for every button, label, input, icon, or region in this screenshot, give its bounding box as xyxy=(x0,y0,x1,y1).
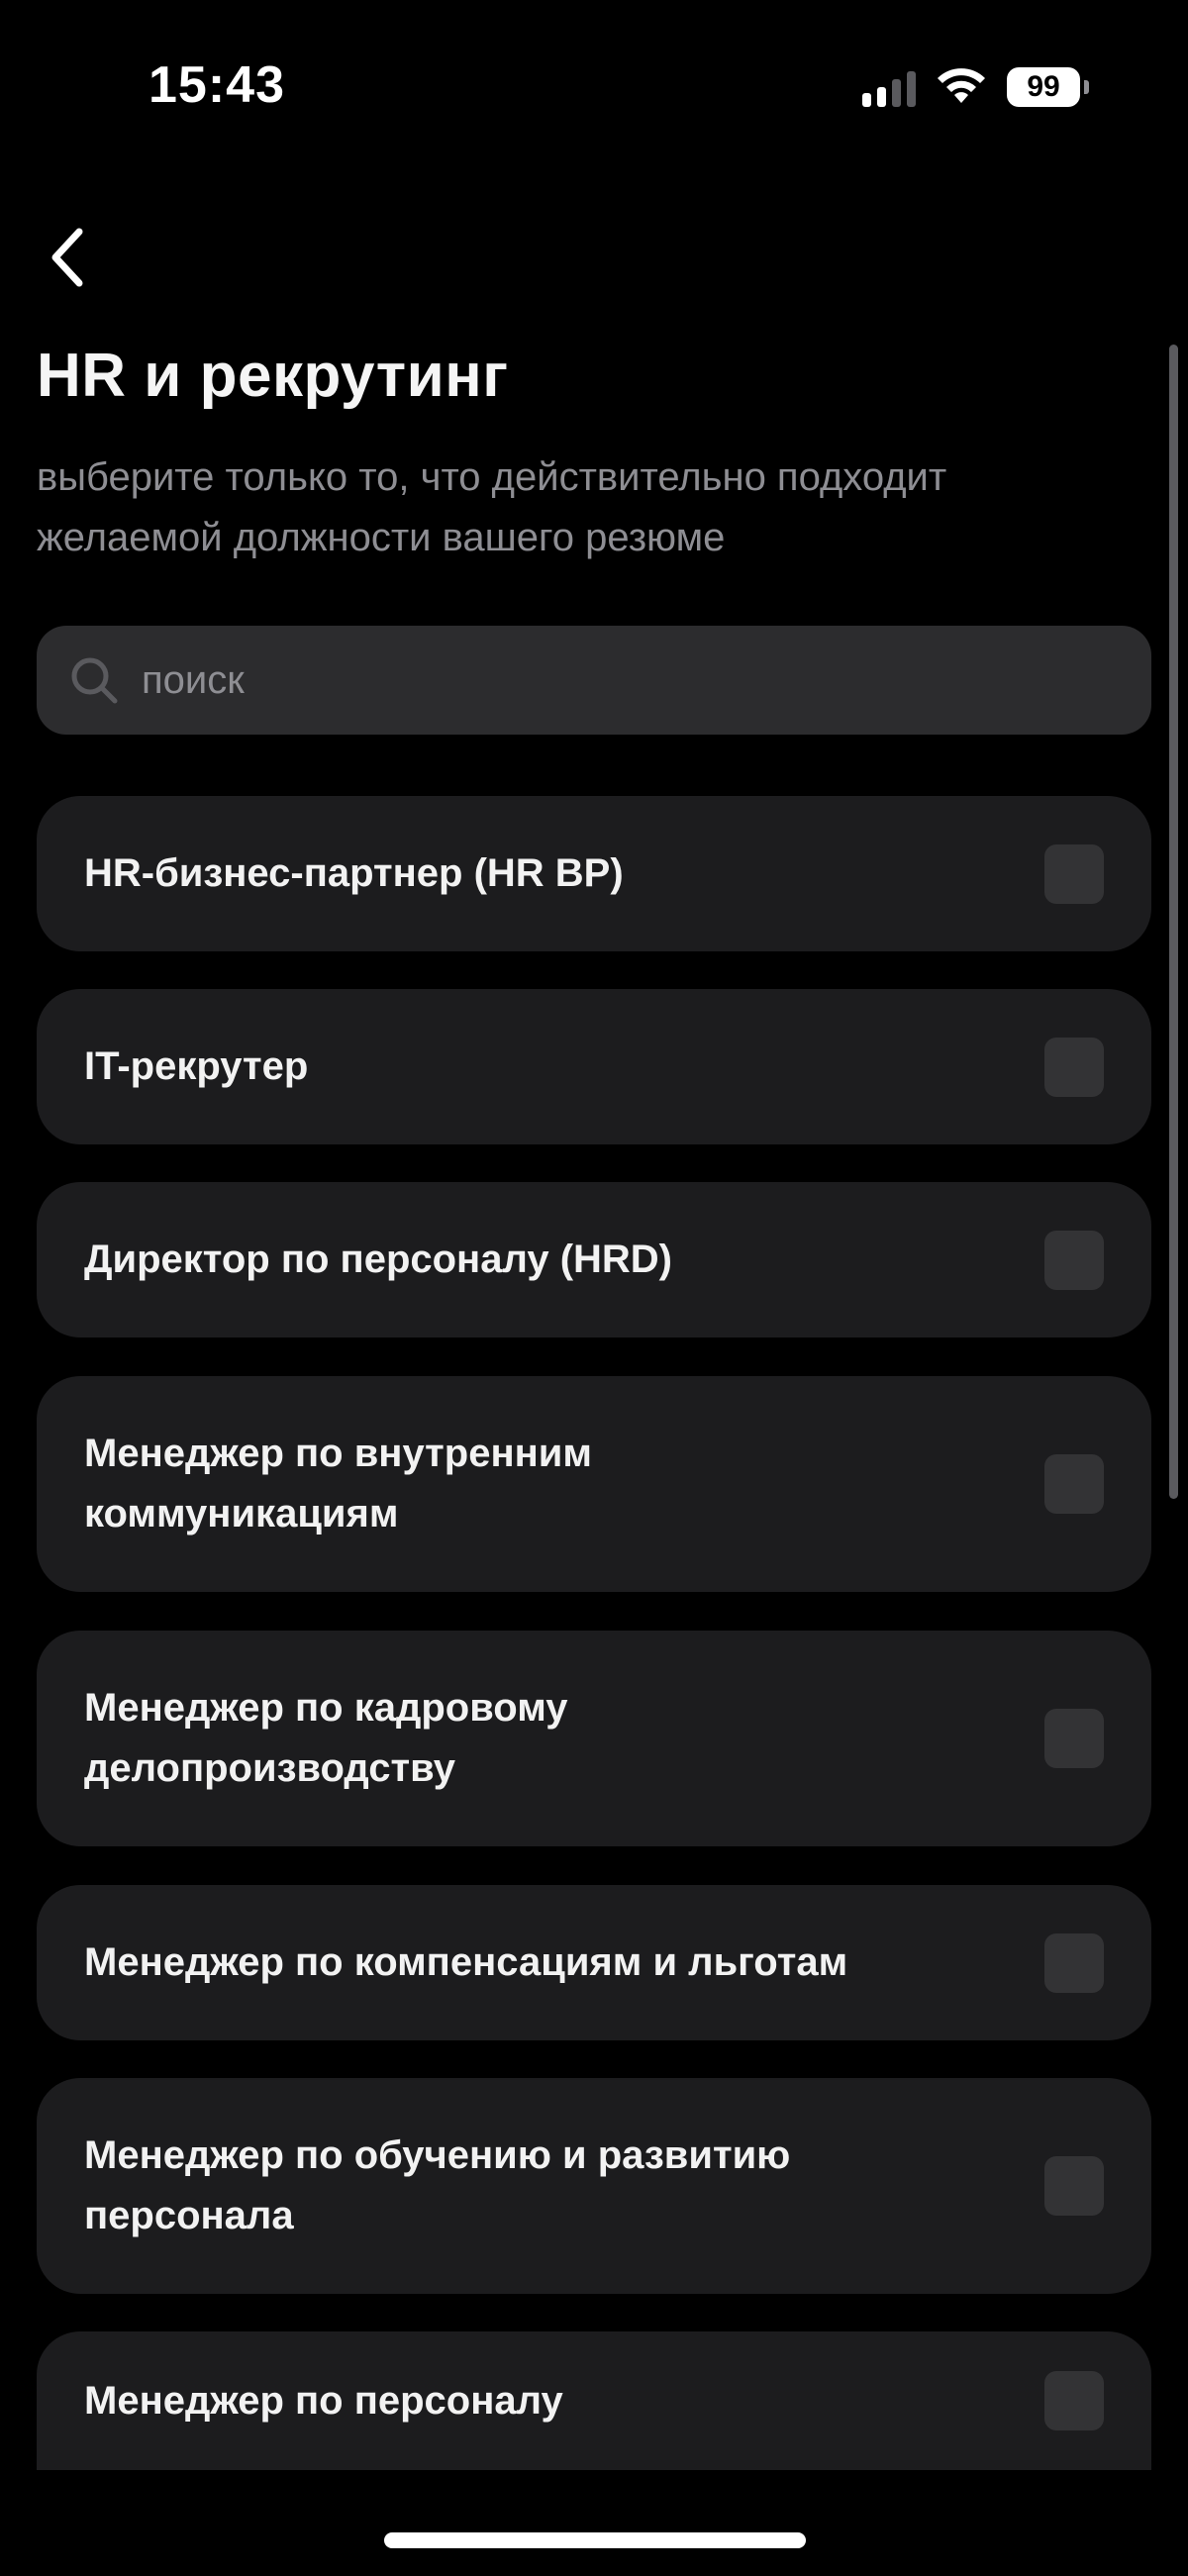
option-checkbox[interactable] xyxy=(1044,1932,1104,1993)
option-checkbox[interactable] xyxy=(1044,2371,1104,2430)
option-compensation[interactable]: Менеджер по компенсациям и льготам xyxy=(37,1885,1151,2040)
option-label: Директор по персоналу (HRD) xyxy=(84,1238,673,1281)
option-checkbox[interactable] xyxy=(1044,1037,1104,1097)
option-label: Менеджер по персоналу xyxy=(84,2378,563,2423)
status-bar: 15:43 99 xyxy=(0,0,1188,178)
option-checkbox[interactable] xyxy=(1044,1454,1104,1514)
battery-tip xyxy=(1084,80,1089,94)
option-checkbox[interactable] xyxy=(1044,1709,1104,1768)
cellular-signal-icon xyxy=(862,67,916,107)
option-label: Менеджер по обучению и развитию персонал… xyxy=(84,2133,791,2237)
status-icons: 99 xyxy=(862,65,1089,109)
option-label: Менеджер по компенсациям и льготам xyxy=(84,1940,848,1984)
search-input[interactable] xyxy=(142,626,1151,735)
option-hr-records[interactable]: Менеджер по кадровому делопроизводству xyxy=(37,1631,1151,1846)
option-it-recruiter[interactable]: IT-рекрутер xyxy=(37,989,1151,1144)
page-subtitle: выберите только то, что действительно по… xyxy=(37,455,947,559)
search-icon xyxy=(71,657,118,704)
scrollbar[interactable] xyxy=(1169,345,1178,1499)
option-checkbox[interactable] xyxy=(1044,843,1104,904)
option-label: HR-бизнес-партнер (HR BP) xyxy=(84,851,624,895)
battery-level: 99 xyxy=(1027,70,1060,103)
page-title: HR и рекрутинг xyxy=(37,342,509,410)
chevron-left-icon xyxy=(51,228,83,287)
option-training[interactable]: Менеджер по обучению и развитию персонал… xyxy=(37,2078,1151,2294)
option-hrd[interactable]: Директор по персоналу (HRD) xyxy=(37,1182,1151,1338)
option-internal-comms[interactable]: Менеджер по внутренним коммуникациям xyxy=(37,1376,1151,1592)
back-button[interactable] xyxy=(40,220,95,295)
battery-icon: 99 xyxy=(1007,67,1080,107)
option-label: Менеджер по кадровому делопроизводству xyxy=(84,1686,568,1790)
option-label: IT-рекрутер xyxy=(84,1044,309,1088)
status-time: 15:43 xyxy=(148,56,285,114)
screen: 15:43 99 HR и рекрутинг выберите только … xyxy=(0,0,1188,2576)
home-indicator[interactable] xyxy=(384,2532,806,2548)
option-label: Менеджер по внутренним коммуникациям xyxy=(84,1432,592,1536)
option-hr-bp[interactable]: HR-бизнес-партнер (HR BP) xyxy=(37,796,1151,951)
wifi-icon xyxy=(938,68,985,103)
option-hr-manager[interactable]: Менеджер по персоналу xyxy=(37,2331,1151,2470)
option-checkbox[interactable] xyxy=(1044,2156,1104,2216)
search-box[interactable] xyxy=(37,626,1151,735)
option-checkbox[interactable] xyxy=(1044,1230,1104,1290)
